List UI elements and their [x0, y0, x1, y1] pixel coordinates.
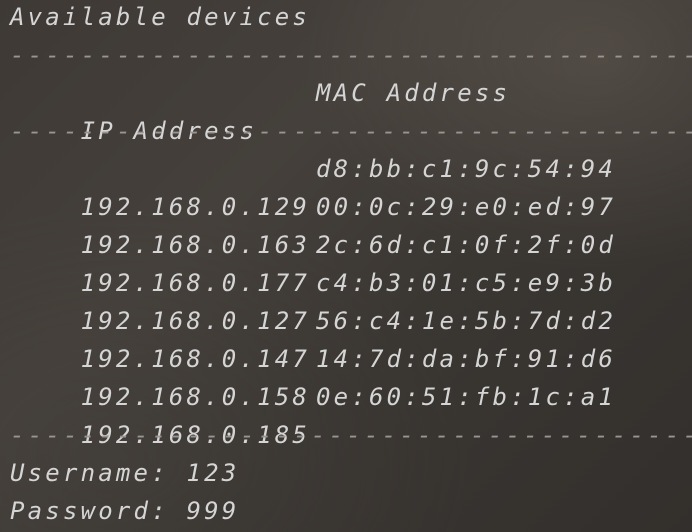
password-line: Password: 999 [10, 497, 240, 525]
device-mac: 2c:6d:c1:0f:2f:0d [316, 231, 617, 259]
separator-bottom: ---------------------------------------- [10, 421, 692, 449]
device-row: 192.168.0.127 c4:b3:01:c5:e9:3b [10, 264, 613, 335]
device-mac: 00:0c:29:e0:ed:97 [316, 193, 617, 221]
device-mac: 14:7d:da:bf:91:d6 [316, 345, 617, 373]
separator-header: ---------------------------------------- [10, 117, 692, 145]
header-row: IP Address MAC Address [10, 74, 507, 145]
device-mac: 0e:60:51:fb:1c:a1 [316, 383, 617, 411]
title-line: Available devices [10, 3, 311, 31]
device-mac: d8:bb:c1:9c:54:94 [316, 155, 617, 183]
username-line: Username: 123 [10, 459, 240, 487]
device-mac: c4:b3:01:c5:e9:3b [316, 269, 617, 297]
device-row: 192.168.0.185 0e:60:51:fb:1c:a1 [10, 378, 613, 449]
device-row: 192.168.0.158 14:7d:da:bf:91:d6 [10, 340, 613, 411]
header-mac: MAC Address [316, 79, 511, 107]
device-row: 192.168.0.177 2c:6d:c1:0f:2f:0d [10, 226, 613, 297]
device-row: 192.168.0.147 56:c4:1e:5b:7d:d2 [10, 302, 613, 373]
separator-top: ---------------------------------------- [10, 41, 692, 69]
device-row: 192.168.0.129 d8:bb:c1:9c:54:94 [10, 150, 613, 221]
device-row: 192.168.0.163 00:0c:29:e0:ed:97 [10, 188, 613, 259]
terminal-output: Available devices ----------------------… [0, 0, 692, 532]
device-mac: 56:c4:1e:5b:7d:d2 [316, 307, 617, 335]
